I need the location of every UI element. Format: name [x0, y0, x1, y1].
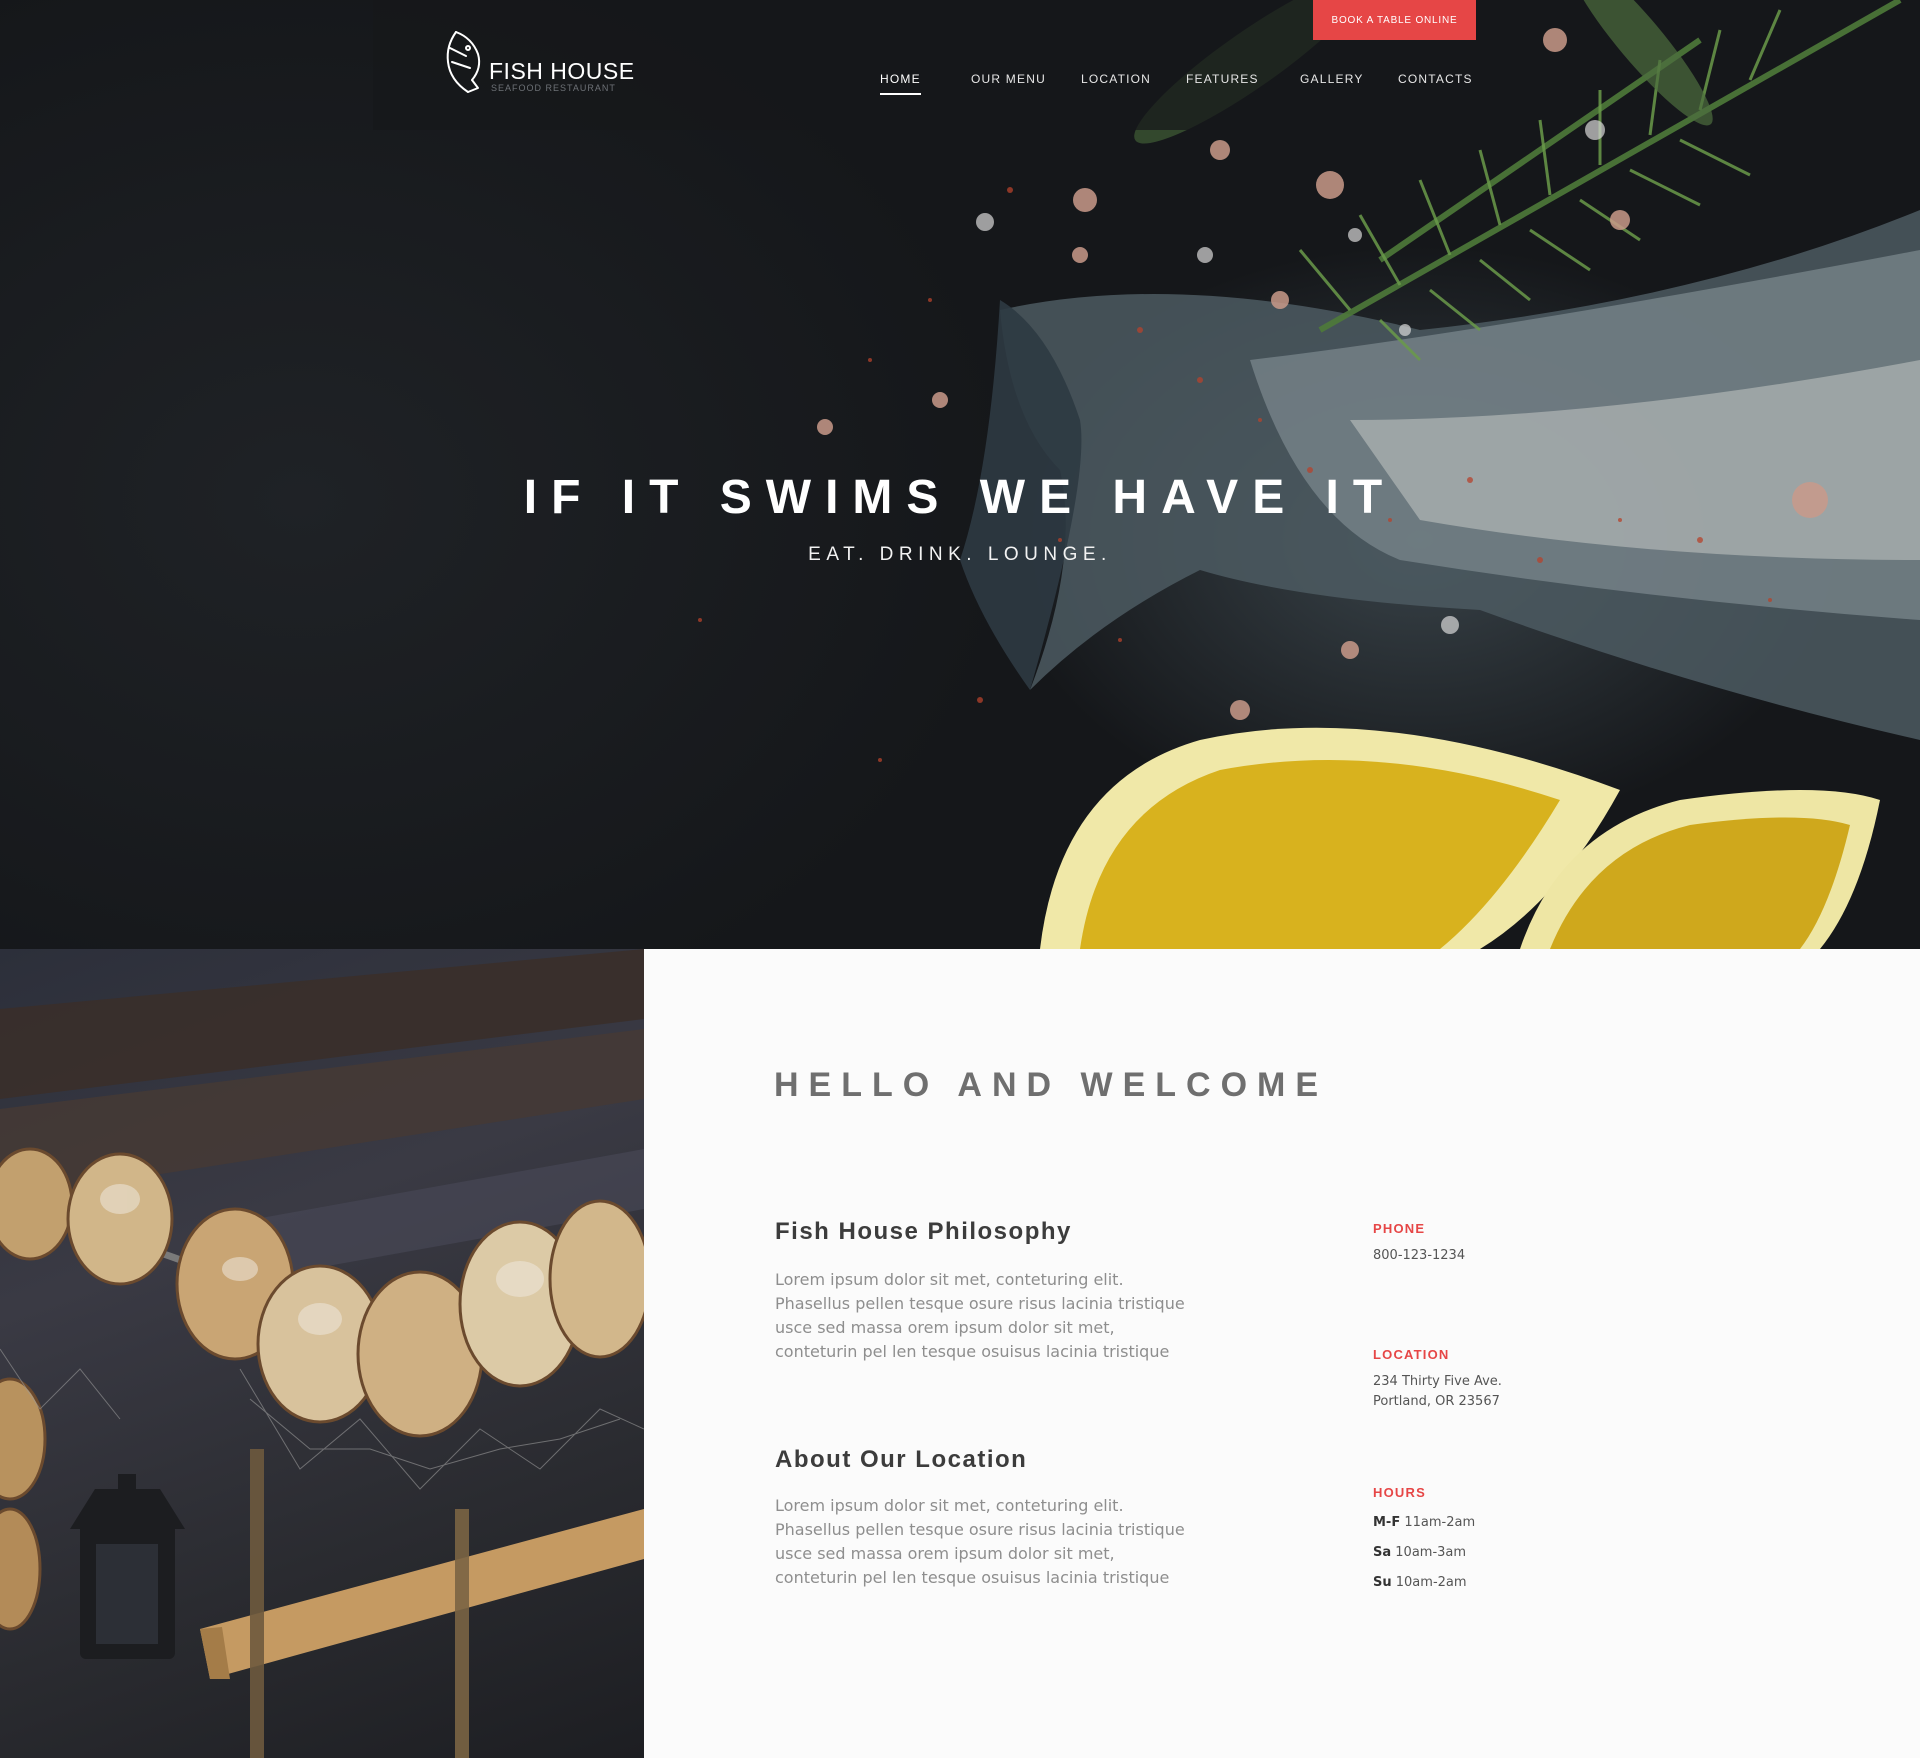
hours-row: M-F 11am-2am: [1373, 1515, 1475, 1530]
hours-row: Su 10am-2am: [1373, 1575, 1467, 1590]
phone-number[interactable]: 800-123-1234: [1373, 1246, 1465, 1266]
phone-label: PHONE: [1373, 1221, 1426, 1236]
hours-time: 11am-2am: [1404, 1515, 1476, 1530]
nav-item-our-menu[interactable]: OUR MENU: [971, 72, 1046, 86]
location-label: LOCATION: [1373, 1347, 1450, 1362]
nav-item-label: FEATURES: [1186, 72, 1259, 86]
hours-day: M-F: [1373, 1515, 1401, 1530]
nav-item-home[interactable]: HOME: [880, 72, 921, 95]
nav-item-label: GALLERY: [1300, 72, 1364, 86]
active-nav-underline: [880, 93, 921, 95]
nav-item-features[interactable]: FEATURES: [1186, 72, 1259, 86]
address-line-2: Portland, OR 23567: [1373, 1394, 1500, 1409]
hours-label: HOURS: [1373, 1485, 1426, 1500]
hours-day: Su: [1373, 1575, 1392, 1590]
fishing-floats-illustration: [0, 949, 644, 1758]
nav-item-contacts[interactable]: CONTACTS: [1398, 72, 1473, 86]
brand-tagline: SEAFOOD RESTAURANT: [491, 83, 616, 93]
nav-item-label: LOCATION: [1081, 72, 1152, 86]
hero-title: IF IT SWIMS WE HAVE IT: [523, 471, 1397, 524]
location-title: About Our Location: [775, 1446, 1028, 1473]
nav-item-label: HOME: [880, 72, 921, 86]
nav-item-gallery[interactable]: GALLERY: [1300, 72, 1364, 86]
philosophy-text: Lorem ipsum dolor sit met, conteturing e…: [775, 1270, 1185, 1361]
book-table-button[interactable]: BOOK A TABLE ONLINE: [1313, 0, 1476, 40]
brand-logo[interactable]: FISH HOUSE SEAFOOD RESTAURANT: [442, 28, 642, 96]
address-line-1: 234 Thirty Five Ave.: [1373, 1374, 1502, 1389]
nav-item-label: OUR MENU: [971, 72, 1046, 86]
fishing-floats-photo: [0, 949, 644, 1758]
hours-day: Sa: [1373, 1545, 1392, 1560]
hours-time: 10am-3am: [1395, 1545, 1467, 1560]
nav-item-location[interactable]: LOCATION: [1081, 72, 1151, 86]
philosophy-title: Fish House Philosophy: [775, 1218, 1072, 1245]
hero-subtitle: EAT. DRINK. LOUNGE.: [808, 544, 1112, 565]
welcome-heading: HELLO AND WELCOME: [774, 1066, 1329, 1104]
hours-time: 10am-2am: [1395, 1575, 1467, 1590]
nav-item-label: CONTACTS: [1398, 72, 1473, 86]
brand-name: FISH HOUSE: [489, 58, 635, 84]
hero-section: FISH HOUSE SEAFOOD RESTAURANT BOOK A TAB…: [0, 0, 1920, 949]
location-text: Lorem ipsum dolor sit met, conteturing e…: [775, 1496, 1185, 1587]
fish-logo-icon: [446, 31, 481, 93]
hours-row: Sa 10am-3am: [1373, 1545, 1466, 1560]
